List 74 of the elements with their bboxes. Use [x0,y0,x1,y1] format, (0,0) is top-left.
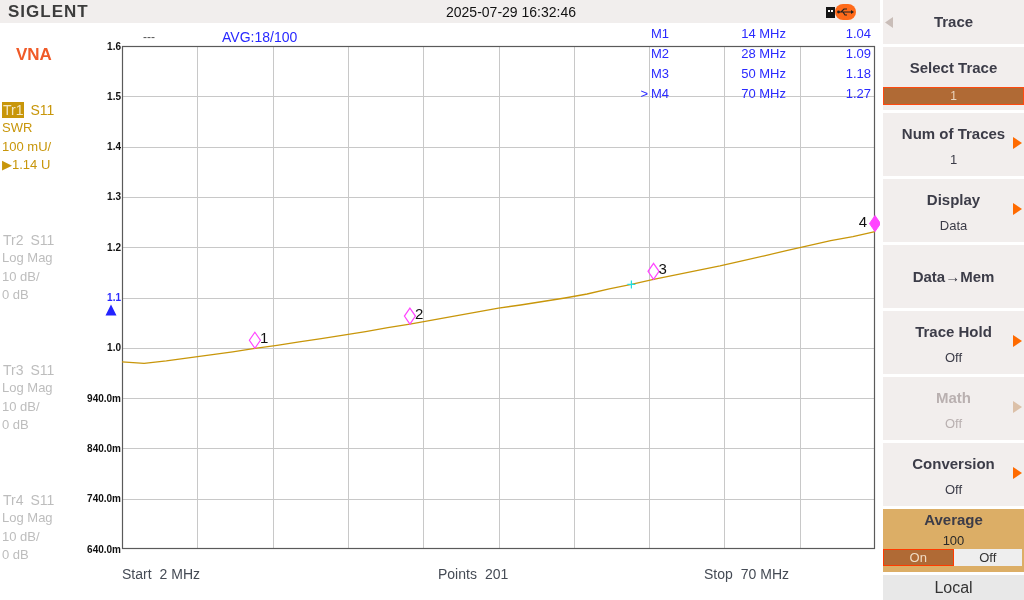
mode-label: VNA [16,45,52,65]
local-button[interactable]: Local [883,575,1024,600]
marker-number: 2 [414,305,424,323]
marker-number: 4 [858,212,867,230]
toggle-option[interactable]: Off [953,549,1022,566]
trace-parameter: S11 [30,102,55,118]
marker-name: M3 [651,65,670,83]
trace-format: SWR [2,119,33,137]
marker-value: 1.18 [845,65,871,83]
trace-format: Log Mag [2,379,53,397]
sweep-value: 2 MHz [159,565,201,583]
axis-tick-label: 1.6 [107,40,121,52]
marker-number: 1 [259,329,269,347]
reference-triangle-icon [105,304,117,316]
marker-stimulus: 14 MHz [741,25,786,43]
trace-format: Log Mag [2,249,53,267]
diamond-marker-icon[interactable] [869,215,880,233]
diamond-marker-icon[interactable] [403,307,417,326]
menu-title-button[interactable]: Trace [883,0,1024,44]
axis-tick-label: 840.0m [87,442,121,454]
softkey-button[interactable]: Conversion Off [883,443,1024,506]
averaging-status: AVG:18/100 [222,28,298,46]
sweep-label: Stop [704,565,733,583]
diamond-marker-icon[interactable] [248,331,262,350]
marker-value: 1.04 [845,25,871,43]
sweep-label: Start [122,565,152,583]
trace-reference: 0 dB [2,546,29,564]
axis-tick-label: 1.4 [107,141,121,153]
select-trace-softkey[interactable]: Select Trace 1 [883,47,1024,110]
softkey-button[interactable]: Trace Hold Off [883,311,1024,374]
marker-value: 1.09 [845,45,871,63]
axis-tick-label: 740.0m [87,493,121,505]
trace-format: Log Mag [2,509,53,527]
brand-logo: SIGLENT [8,1,89,22]
trace-reference: ▶1.14 U [2,156,51,174]
axis-tick-label: 1.0 [107,342,121,354]
axis-tick-label: 940.0m [87,392,121,404]
sweep-value: 201 [484,565,509,583]
sweep-label: Points [438,565,477,583]
trace-scale: 10 dB/ [2,267,40,286]
trace-parameter: S11 [30,492,55,508]
marker-value: 1.27 [845,85,871,103]
marker-number: 3 [658,260,667,278]
trace-reference: 0 dB [2,286,29,304]
left-triangle-icon [885,17,893,28]
marker-name: M4 [651,85,670,103]
plus-marker-icon [626,279,636,290]
marker-name: M2 [651,45,670,63]
status-indicator: --- [143,29,155,46]
active-marker-pointer: > [640,85,648,103]
date-time: 2025-07-29 16:32:46 [446,2,576,21]
axis-tick-label: 640.0m [87,543,121,555]
axis-tick-label: 1.1 [107,292,121,303]
softkey-button[interactable]: Data→Mem [883,245,1024,308]
trace-reference: 0 dB [2,416,29,434]
diamond-marker-icon[interactable] [647,262,660,281]
marker-stimulus: 28 MHz [741,45,786,63]
softkey-value: 100 [942,533,965,549]
axis-tick-label: 1.3 [107,191,121,203]
usb-icon [826,3,856,20]
marker-stimulus: 50 MHz [741,65,786,83]
trace-scale: 10 dB/ [2,397,40,416]
axis-tick-label: 1.5 [107,90,121,102]
marker-name: M1 [651,25,670,43]
axis-tick-label: 1.2 [107,241,121,253]
softkey-label: Average [924,511,983,529]
trace-scale: 10 dB/ [2,527,40,546]
marker-stimulus: 70 MHz [741,85,786,103]
softkey-button[interactable]: Display Data [883,179,1024,242]
sweep-value: 70 MHz [740,565,790,583]
trace-parameter: S11 [30,232,55,248]
trace-scale: 100 mU/ [2,137,52,156]
softkey-button[interactable]: Num of Traces 1 [883,113,1024,176]
trace-parameter: S11 [30,362,55,378]
